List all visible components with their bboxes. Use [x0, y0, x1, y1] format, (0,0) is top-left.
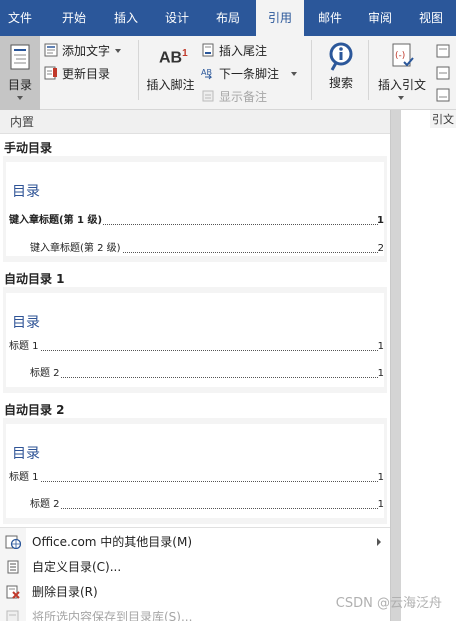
save-to-toc-gallery-item[interactable]: 将所选内容保存到目录库(S)... — [0, 605, 390, 621]
tab-home[interactable]: 开始 — [50, 0, 98, 36]
ribbon-tab-bar: 文件 开始 插入 设计 布局 引用 邮件 审阅 视图 — [0, 0, 456, 36]
gallery-title-auto-toc-1: 自动目录 1 — [4, 272, 65, 286]
insert-footnote-label: 插入脚注 — [146, 78, 195, 92]
remove-toc-item[interactable]: 删除目录(R) — [0, 580, 390, 604]
preview-entry-level-1: 标题 1 1 — [9, 472, 384, 484]
leader-dots — [30, 377, 378, 378]
gallery-item-manual-toc[interactable]: 目录 键入章标题(第 1 级) 1 键入章标题(第 2 级) 2 — [3, 156, 387, 262]
show-notes-button[interactable]: 显示备注 — [201, 88, 267, 105]
ribbon-separator — [138, 40, 139, 100]
toc-preview: 目录 键入章标题(第 1 级) 1 键入章标题(第 2 级) 2 — [6, 162, 384, 256]
submenu-arrow-icon — [377, 538, 381, 546]
chevron-down-icon — [398, 96, 404, 100]
custom-toc-label: 自定义目录(C)... — [32, 560, 122, 574]
document-margin — [391, 110, 401, 621]
bibliography-icon[interactable] — [436, 88, 450, 102]
add-text-icon — [44, 43, 58, 57]
preview-entry-level-1: 键入章标题(第 1 级) 1 — [9, 215, 384, 227]
gallery-item-auto-toc-1[interactable]: 目录 标题 1 1 标题 2 1 — [3, 287, 387, 393]
gallery-item-auto-toc-2[interactable]: 目录 标题 1 1 标题 2 1 — [3, 418, 387, 524]
chevron-down-icon — [291, 72, 298, 76]
search-button[interactable]: 搜索 — [318, 40, 364, 106]
toc-icon — [10, 44, 30, 70]
ribbon-separator — [368, 40, 369, 100]
style-icon[interactable] — [436, 66, 450, 80]
toc-preview: 目录 标题 1 1 标题 2 1 — [6, 293, 384, 387]
ribbon-separator — [311, 40, 312, 100]
watermark: CSDN @云海泛舟 — [335, 596, 442, 611]
ribbon-group-label-citations: 引文 — [430, 110, 456, 128]
toc-button[interactable]: 目录 — [0, 36, 40, 110]
custom-toc-item[interactable]: 自定义目录(C)... — [0, 555, 390, 579]
insert-footnote-button[interactable]: AB1 插入脚注 — [143, 40, 198, 100]
chevron-down-icon — [115, 49, 122, 53]
add-text-button[interactable]: 添加文字 — [44, 42, 122, 59]
tab-insert[interactable]: 插入 — [101, 0, 151, 36]
update-toc-button[interactable]: 更新目录 — [44, 65, 110, 82]
document-page[interactable] — [401, 110, 456, 621]
insert-citation-label: 插入引文 — [377, 78, 426, 92]
chevron-down-icon — [17, 96, 23, 100]
office-more-tocs-label: Office.com 中的其他目录(M) — [32, 535, 193, 549]
custom-toc-icon — [7, 560, 19, 574]
preview-toc-title: 目录 — [12, 315, 40, 331]
gallery-title-auto-toc-2: 自动目录 2 — [4, 403, 65, 417]
tab-layout[interactable]: 布局 — [203, 0, 253, 36]
toc-preview: 目录 标题 1 1 标题 2 1 — [6, 424, 384, 518]
tab-file[interactable]: 文件 — [0, 0, 40, 36]
next-footnote-icon: AB — [201, 68, 213, 80]
leader-dots — [9, 350, 378, 351]
save-selection-icon — [6, 610, 19, 621]
remove-toc-icon — [6, 585, 20, 599]
insert-citation-icon: (-) — [392, 43, 414, 67]
preview-entry-level-2: 标题 2 1 — [30, 499, 384, 511]
search-label: 搜索 — [328, 76, 353, 90]
show-notes-label: 显示备注 — [219, 90, 268, 104]
preview-entry-level-2: 键入章标题(第 2 级) 2 — [30, 243, 384, 255]
remove-toc-label: 删除目录(R) — [32, 585, 98, 599]
show-notes-icon — [202, 90, 214, 102]
add-text-label: 添加文字 — [62, 44, 111, 58]
insert-endnote-icon — [202, 43, 214, 57]
svg-text:(-): (-) — [395, 51, 405, 61]
insert-citation-button[interactable]: (-) 插入引文 — [374, 40, 430, 106]
office-more-tocs-item[interactable]: Office.com 中的其他目录(M) — [0, 530, 390, 554]
update-toc-label: 更新目录 — [62, 67, 111, 81]
insert-endnote-label: 插入尾注 — [219, 44, 268, 58]
tab-design[interactable]: 设计 — [153, 0, 201, 36]
preview-toc-title: 目录 — [12, 446, 40, 462]
next-footnote-label: 下一条脚注 — [219, 67, 280, 81]
next-footnote-button[interactable]: AB 下一条脚注 — [201, 65, 298, 82]
update-toc-icon — [44, 66, 57, 80]
manage-sources-icon[interactable] — [436, 44, 450, 58]
gallery-title-manual-toc: 手动目录 — [4, 141, 53, 155]
tab-mailings[interactable]: 邮件 — [306, 0, 354, 36]
leader-dots — [9, 481, 378, 482]
ribbon-references-panel: 添加文字 更新目录 AB1 插入脚注 插入尾注 AB 下一条脚注 显示备注 搜索 … — [0, 36, 456, 110]
office-online-icon — [5, 535, 21, 549]
tab-view[interactable]: 视图 — [406, 0, 456, 36]
menu-divider — [0, 527, 390, 528]
preview-entry-level-1: 标题 1 1 — [9, 341, 384, 353]
insert-endnote-button[interactable]: 插入尾注 — [201, 42, 267, 59]
toc-button-label: 目录 — [7, 78, 32, 92]
save-to-toc-gallery-label: 将所选内容保存到目录库(S)... — [32, 610, 193, 621]
search-icon — [329, 42, 353, 71]
preview-entry-level-2: 标题 2 1 — [30, 368, 384, 380]
preview-toc-title: 目录 — [12, 184, 40, 200]
builtin-header: 内置 — [0, 110, 390, 134]
tab-review[interactable]: 审阅 — [356, 0, 404, 36]
leader-dots — [30, 508, 378, 509]
footnote-icon: AB1 — [159, 48, 188, 67]
toc-dropdown: 内置 手动目录 目录 键入章标题(第 1 级) 1 键入章标题(第 2 级) 2… — [0, 110, 391, 621]
tab-references[interactable]: 引用 — [256, 0, 304, 36]
